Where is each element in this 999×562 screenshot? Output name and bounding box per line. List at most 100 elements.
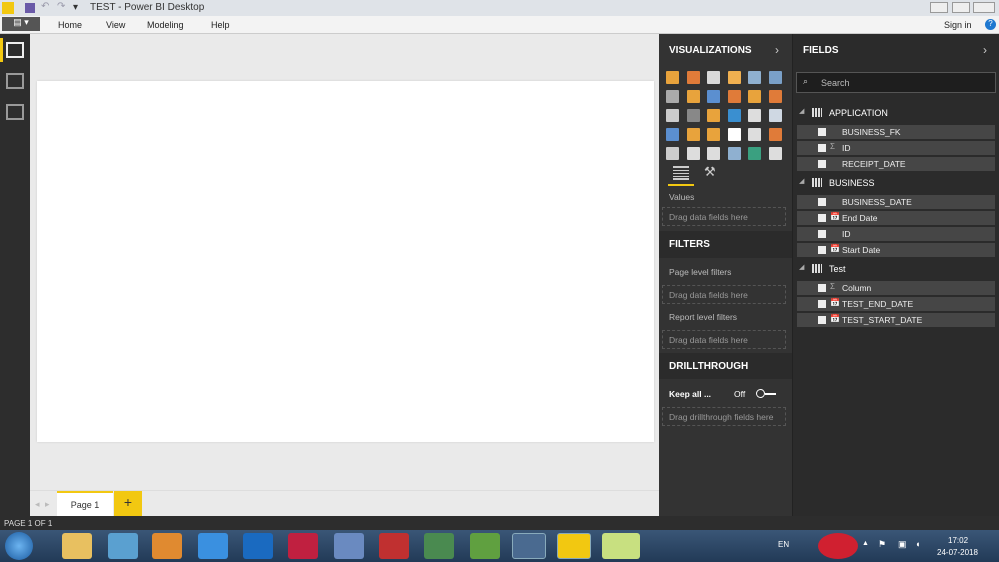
map-icon[interactable] <box>768 109 782 122</box>
redo-icon[interactable]: ↷ <box>57 1 65 12</box>
clock-time[interactable]: 17:02 <box>948 536 968 545</box>
expand-icon[interactable]: ◢ <box>799 107 804 115</box>
report-page[interactable] <box>37 81 654 442</box>
volume-icon[interactable]: ◖ <box>915 539 920 549</box>
field-item[interactable]: Σ Column <box>797 281 995 295</box>
tab-modeling[interactable]: Modeling <box>147 20 184 30</box>
field-item[interactable]: ID <box>797 227 995 241</box>
table-icon[interactable] <box>686 147 700 160</box>
field-checkbox[interactable] <box>818 284 826 292</box>
fields-well-icon[interactable] <box>673 166 689 180</box>
waterfall-icon[interactable] <box>666 109 679 122</box>
arcgis-map-icon[interactable] <box>748 147 761 160</box>
data-view-icon[interactable] <box>6 73 24 89</box>
field-item[interactable]: 📅 TEST_START_DATE <box>797 313 995 327</box>
field-item[interactable]: BUSINESS_FK <box>797 125 995 139</box>
filled-map-icon[interactable] <box>666 128 679 141</box>
tab-home[interactable]: Home <box>58 20 82 30</box>
field-item[interactable]: 📅 Start Date <box>797 243 995 257</box>
search-input[interactable]: Search <box>821 78 850 88</box>
table-test[interactable]: ◢ Test <box>793 262 993 276</box>
100-stacked-bar-icon[interactable] <box>748 71 761 84</box>
treemap-icon[interactable] <box>748 109 761 122</box>
field-checkbox[interactable] <box>818 300 826 308</box>
stacked-bar-icon[interactable] <box>666 71 679 84</box>
report-filters-drop-zone[interactable]: Drag data fields here <box>662 330 786 349</box>
drillthrough-drop-zone[interactable]: Drag drillthrough fields here <box>662 407 786 426</box>
keep-all-toggle[interactable] <box>756 389 777 398</box>
sign-in-link[interactable]: Sign in <box>944 20 972 30</box>
paint-app-icon[interactable] <box>288 533 318 559</box>
matrix-icon[interactable] <box>707 147 720 160</box>
field-checkbox[interactable] <box>818 214 826 222</box>
100-stacked-column-icon[interactable] <box>768 71 782 84</box>
field-checkbox[interactable] <box>818 160 826 168</box>
chrome-icon[interactable] <box>512 533 546 559</box>
app-icon-10[interactable] <box>470 533 500 559</box>
field-checkbox[interactable] <box>818 128 826 136</box>
customize-toolbar-icon[interactable]: ▾ <box>73 2 78 13</box>
app-icon-7[interactable] <box>334 533 364 559</box>
stacked-area-icon[interactable] <box>707 90 720 103</box>
field-item[interactable]: Σ ID <box>797 141 995 155</box>
table-application[interactable]: ◢ APPLICATION <box>793 106 993 120</box>
file-menu-button[interactable]: ▤ ▾ <box>2 17 40 31</box>
ribbon-icon[interactable] <box>768 90 782 103</box>
clock-date[interactable]: 24-07-2018 <box>937 548 978 557</box>
line-clustered-column-icon[interactable] <box>748 90 761 103</box>
clustered-bar-icon[interactable] <box>707 71 720 84</box>
scroll-right-icon[interactable]: ▸ <box>45 499 50 510</box>
table-business[interactable]: ◢ BUSINESS <box>793 176 993 190</box>
collapse-visualizations-icon[interactable]: › <box>775 43 779 57</box>
field-item[interactable]: 📅 TEST_END_DATE <box>797 297 995 311</box>
gauge-icon[interactable] <box>707 128 720 141</box>
start-button[interactable] <box>5 532 33 560</box>
relationships-view-icon[interactable] <box>6 104 24 120</box>
field-item[interactable]: BUSINESS_DATE <box>797 195 995 209</box>
language-indicator[interactable]: EN <box>778 540 789 549</box>
app-icon-9[interactable] <box>424 533 454 559</box>
action-center-flag-icon[interactable]: ⚑ <box>878 539 886 550</box>
fields-search-box[interactable]: ⌕ Search <box>796 72 996 93</box>
r-script-icon[interactable] <box>727 147 741 160</box>
show-hidden-icons[interactable]: ▲ <box>862 540 869 547</box>
values-drop-zone[interactable]: Drag data fields here <box>662 207 786 226</box>
format-paint-roller-icon[interactable]: ⚒ <box>704 164 716 180</box>
media-player-icon[interactable] <box>108 533 138 559</box>
internet-explorer-icon[interactable] <box>198 533 228 559</box>
sticky-notes-icon[interactable] <box>602 533 640 559</box>
help-icon[interactable]: ? <box>985 19 996 30</box>
pie-icon[interactable] <box>707 109 720 122</box>
app-icon-8[interactable] <box>379 533 409 559</box>
slicer-icon[interactable] <box>666 147 679 160</box>
tray-app-icon[interactable] <box>818 533 858 559</box>
outlook-icon[interactable] <box>243 533 273 559</box>
donut-icon[interactable] <box>727 109 741 122</box>
kpi-icon[interactable] <box>768 128 782 141</box>
stacked-column-icon[interactable] <box>686 71 700 84</box>
field-checkbox[interactable] <box>818 230 826 238</box>
expand-icon[interactable]: ◢ <box>799 177 804 185</box>
field-checkbox[interactable] <box>818 144 826 152</box>
undo-icon[interactable]: ↶ <box>41 1 49 12</box>
save-icon[interactable] <box>25 3 35 13</box>
tab-help[interactable]: Help <box>211 20 230 30</box>
power-bi-taskbar-icon[interactable] <box>557 533 591 559</box>
restore-button[interactable] <box>952 2 970 13</box>
line-icon[interactable] <box>666 90 679 103</box>
collapse-fields-icon[interactable]: › <box>983 43 987 57</box>
line-column-icon[interactable] <box>727 90 741 103</box>
field-item[interactable]: RECEIPT_DATE <box>797 157 995 171</box>
file-explorer-icon[interactable] <box>62 533 92 559</box>
area-icon[interactable] <box>686 90 700 103</box>
more-icon[interactable] <box>768 147 782 160</box>
media-center-icon[interactable] <box>152 533 182 559</box>
minimize-button[interactable] <box>930 2 948 13</box>
tab-view[interactable]: View <box>106 20 125 30</box>
field-checkbox[interactable] <box>818 246 826 254</box>
report-view-icon[interactable] <box>6 42 24 58</box>
scatter-icon[interactable] <box>686 109 700 122</box>
multi-row-card-icon[interactable] <box>748 128 761 141</box>
add-page-button[interactable]: + <box>114 491 142 517</box>
field-checkbox[interactable] <box>818 198 826 206</box>
